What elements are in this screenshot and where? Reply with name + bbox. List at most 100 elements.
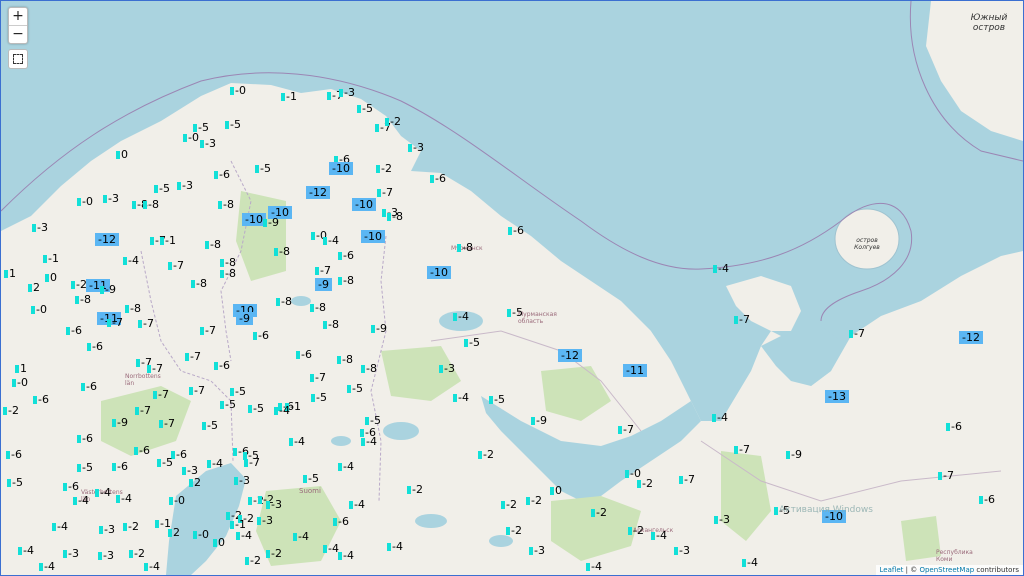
temperature-marker[interactable]: -9 xyxy=(786,449,804,461)
temperature-marker[interactable]: -6 xyxy=(430,173,448,185)
temperature-marker[interactable]: -6 xyxy=(87,341,105,353)
temperature-marker[interactable]: -6 xyxy=(112,461,130,473)
temperature-marker[interactable]: -5 xyxy=(311,392,329,404)
temperature-marker[interactable]: -7 xyxy=(135,405,153,417)
temperature-marker[interactable]: -5 xyxy=(230,386,248,398)
temperature-marker[interactable]: -5 xyxy=(220,399,238,411)
temperature-marker[interactable]: -4 xyxy=(207,458,225,470)
temperature-marker[interactable]: -7 xyxy=(679,474,697,486)
temperature-marker[interactable]: -4 xyxy=(274,405,292,417)
temperature-marker[interactable]: -13 xyxy=(825,390,849,403)
temperature-marker[interactable]: -8 xyxy=(387,211,405,223)
temperature-marker[interactable]: 2 xyxy=(189,477,203,489)
temperature-marker[interactable]: -8 xyxy=(205,239,223,251)
temperature-marker[interactable]: -11 xyxy=(623,364,647,377)
zoom-out-button[interactable]: − xyxy=(9,26,27,43)
temperature-marker[interactable]: 1 xyxy=(15,363,29,375)
temperature-marker[interactable]: -7 xyxy=(107,317,125,329)
temperature-marker[interactable]: -7 xyxy=(377,187,395,199)
temperature-marker[interactable]: -3 xyxy=(32,222,50,234)
temperature-marker[interactable]: 1 xyxy=(4,268,18,280)
temperature-marker[interactable]: -8 xyxy=(220,268,238,280)
temperature-marker[interactable]: -12 xyxy=(959,331,983,344)
temperature-marker[interactable]: -7 xyxy=(734,444,752,456)
temperature-marker[interactable]: -5 xyxy=(357,103,375,115)
zoom-in-button[interactable]: + xyxy=(9,8,27,26)
temperature-marker[interactable]: -2 xyxy=(591,507,609,519)
temperature-marker[interactable]: -5 xyxy=(7,477,25,489)
temperature-marker[interactable]: -3 xyxy=(529,545,547,557)
temperature-marker[interactable]: -4 xyxy=(123,255,141,267)
temperature-marker[interactable]: -10 xyxy=(329,162,353,175)
temperature-marker[interactable]: -3 xyxy=(439,363,457,375)
temperature-marker[interactable]: -6 xyxy=(134,445,152,457)
temperature-marker[interactable]: -4 xyxy=(387,541,405,553)
temperature-marker[interactable]: -0 xyxy=(31,304,49,316)
temperature-marker[interactable]: -10 xyxy=(427,266,451,279)
temperature-marker[interactable]: -6 xyxy=(333,516,351,528)
temperature-marker[interactable]: -8 xyxy=(457,242,475,254)
temperature-marker[interactable]: -4 xyxy=(712,412,730,424)
temperature-marker[interactable]: -7 xyxy=(168,260,186,272)
leaflet-link[interactable]: Leaflet xyxy=(880,566,904,574)
temperature-marker[interactable]: -7 xyxy=(147,363,165,375)
temperature-marker[interactable]: -12 xyxy=(558,349,582,362)
temperature-marker[interactable]: -4 xyxy=(338,550,356,562)
temperature-marker[interactable]: -7 xyxy=(618,424,636,436)
temperature-marker[interactable]: -7 xyxy=(734,314,752,326)
temperature-marker[interactable]: -6 xyxy=(946,421,964,433)
temperature-marker[interactable]: -10 xyxy=(361,230,385,243)
temperature-marker[interactable]: -8 xyxy=(361,363,379,375)
temperature-marker[interactable]: -7 xyxy=(849,328,867,340)
temperature-marker[interactable]: -9 xyxy=(263,217,281,229)
temperature-marker[interactable]: -2 xyxy=(129,548,147,560)
temperature-marker[interactable]: -7 xyxy=(159,418,177,430)
temperature-marker[interactable]: -6 xyxy=(33,394,51,406)
temperature-marker[interactable]: -3 xyxy=(103,193,121,205)
temperature-marker[interactable]: -7 xyxy=(153,389,171,401)
temperature-marker[interactable]: -1 xyxy=(160,235,178,247)
temperature-marker[interactable]: -4 xyxy=(338,461,356,473)
temperature-marker[interactable]: -7 xyxy=(189,385,207,397)
temperature-marker[interactable]: -5 xyxy=(489,394,507,406)
temperature-marker[interactable]: -8 xyxy=(191,278,209,290)
temperature-marker[interactable]: -6 xyxy=(6,449,24,461)
temperature-marker[interactable]: -5 xyxy=(202,420,220,432)
temperature-marker[interactable]: -5 xyxy=(347,383,365,395)
temperature-marker[interactable]: -3 xyxy=(98,550,116,562)
temperature-marker[interactable]: -2 xyxy=(376,163,394,175)
temperature-marker[interactable]: -5 xyxy=(303,473,321,485)
temperature-marker[interactable]: -9 xyxy=(112,417,130,429)
temperature-marker[interactable]: -5 xyxy=(157,457,175,469)
temperature-marker[interactable]: -0 xyxy=(183,132,201,144)
temperature-marker[interactable]: -8 xyxy=(218,199,236,211)
temperature-marker[interactable]: -2 xyxy=(478,449,496,461)
temperature-marker[interactable]: -6 xyxy=(81,381,99,393)
temperature-marker[interactable]: -2 xyxy=(628,525,646,537)
temperature-marker[interactable]: -4 xyxy=(236,530,254,542)
temperature-marker[interactable]: -5 xyxy=(507,307,525,319)
temperature-marker[interactable]: -3 xyxy=(257,515,275,527)
temperature-marker[interactable]: -7 xyxy=(185,351,203,363)
temperature-marker[interactable]: -0 xyxy=(230,85,248,97)
temperature-marker[interactable]: -8 xyxy=(310,302,328,314)
temperature-marker[interactable]: -7 xyxy=(315,265,333,277)
temperature-marker[interactable]: -8 xyxy=(125,303,143,315)
temperature-marker[interactable]: -3 xyxy=(266,499,284,511)
temperature-marker[interactable]: 2 xyxy=(168,527,182,539)
temperature-marker[interactable]: -6 xyxy=(66,325,84,337)
temperature-marker[interactable]: -0 xyxy=(169,495,187,507)
temperature-marker[interactable]: -3 xyxy=(408,142,426,154)
temperature-marker[interactable]: 0 xyxy=(116,149,130,161)
temperature-marker[interactable]: -5 xyxy=(464,337,482,349)
temperature-marker[interactable]: -4 xyxy=(586,561,604,573)
temperature-marker[interactable]: -4 xyxy=(742,557,760,569)
temperature-marker[interactable]: -1 xyxy=(281,91,299,103)
temperature-marker[interactable]: -8 xyxy=(274,246,292,258)
temperature-marker[interactable]: -3 xyxy=(714,514,732,526)
temperature-marker[interactable]: -7 xyxy=(244,457,262,469)
temperature-marker[interactable]: -8 xyxy=(75,294,93,306)
temperature-marker[interactable]: -4 xyxy=(713,263,731,275)
temperature-marker[interactable]: -8 xyxy=(323,319,341,331)
temperature-marker[interactable]: -3 xyxy=(99,524,117,536)
